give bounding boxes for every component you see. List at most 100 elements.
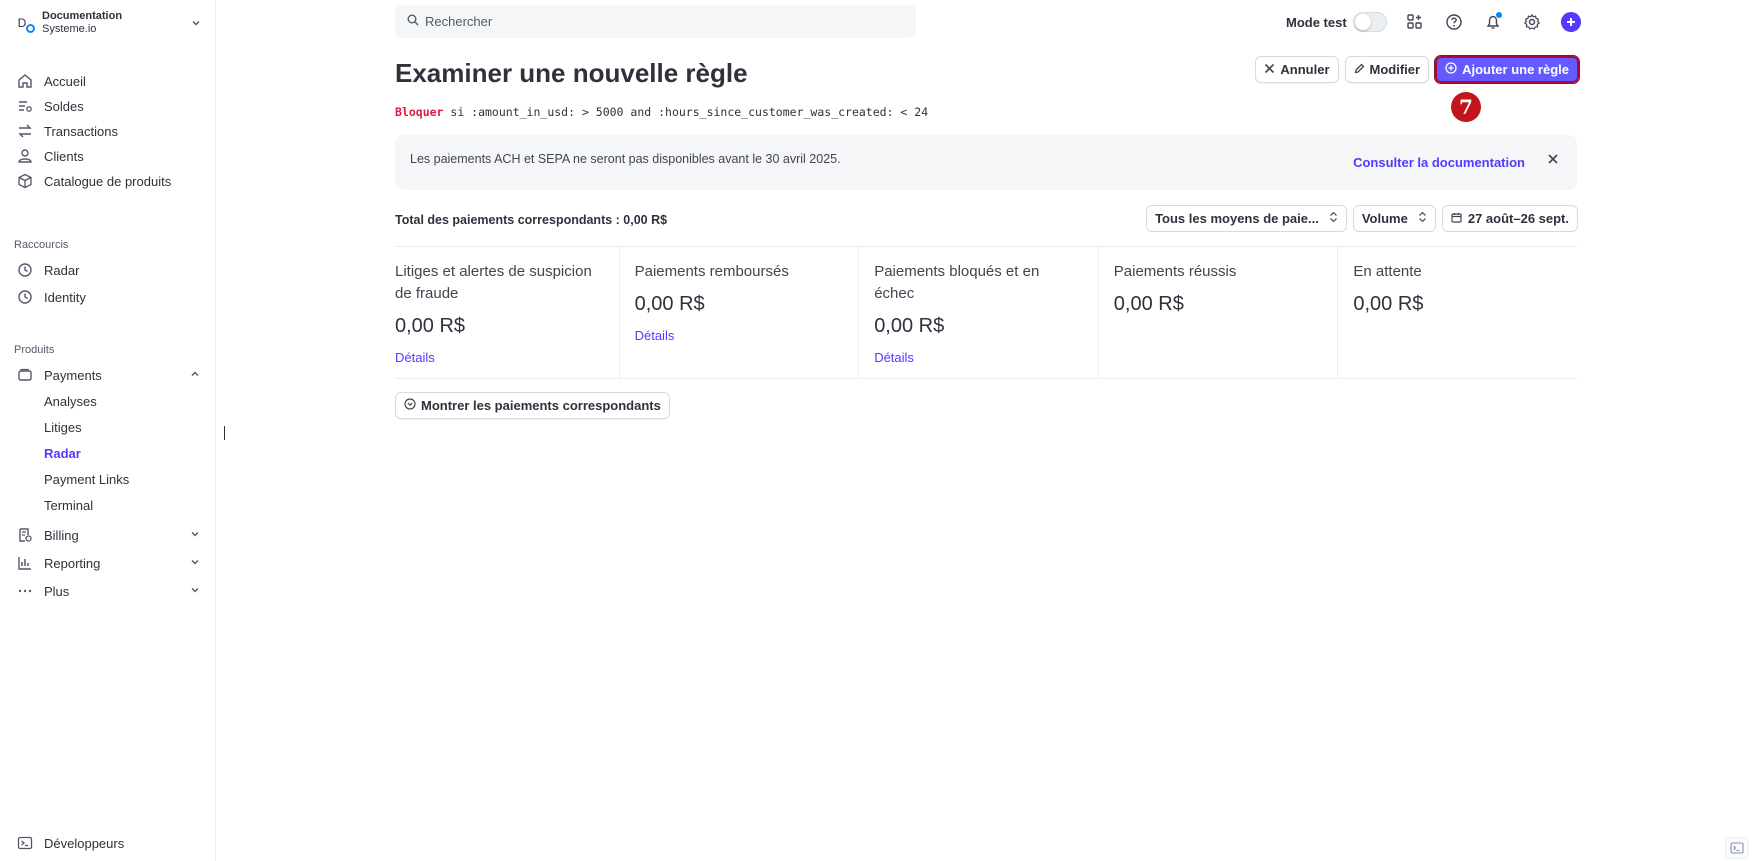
show-matching-payments-button[interactable]: Montrer les paiements correspondants xyxy=(395,392,670,419)
sidebar-item-label: Identity xyxy=(44,289,86,305)
chevron-circle-down-icon xyxy=(404,398,416,413)
gear-icon[interactable] xyxy=(1522,12,1542,32)
stat-label: En attente xyxy=(1353,263,1422,280)
filters: Tous les moyens de paie... Volume 27 aoû… xyxy=(1146,205,1578,232)
account-status-dot xyxy=(26,24,35,33)
sidebar-item-label: Accueil xyxy=(44,73,86,89)
account-name: Documentation xyxy=(42,10,123,22)
stat-label: Paiements remboursés xyxy=(634,263,789,280)
text-cursor xyxy=(224,426,225,440)
notification-dot xyxy=(1495,12,1502,18)
sidebar-subitem-radar[interactable]: Radar xyxy=(44,443,81,463)
sidebar-item-catalogue[interactable]: Catalogue de produits xyxy=(16,170,201,192)
sidebar-item-transactions[interactable]: Transactions xyxy=(16,120,201,142)
stat-label: Paiements réussis xyxy=(1113,263,1237,280)
account-switcher[interactable]: D Documentation Systeme.io xyxy=(12,8,202,38)
add-rule-label: Ajouter une règle xyxy=(1462,62,1569,77)
close-icon[interactable] xyxy=(1547,152,1559,170)
details-link[interactable]: Détails xyxy=(874,350,1083,365)
sidebar-subitem-terminal[interactable]: Terminal xyxy=(44,495,93,515)
stat-label: Litiges et alertes de suspicion de fraud… xyxy=(395,263,592,302)
sidebar-item-identity[interactable]: Identity xyxy=(16,286,201,308)
bell-icon[interactable] xyxy=(1483,12,1503,32)
stats-row: Litiges et alertes de suspicion de fraud… xyxy=(395,246,1577,379)
header-actions: Annuler Modifier Ajouter une règle xyxy=(1255,55,1580,84)
stat-value: 0,00 R$ xyxy=(395,315,466,337)
stat-succeeded: Paiements réussis 0,00 R$ xyxy=(1099,247,1339,378)
balance-icon xyxy=(16,97,34,115)
details-link[interactable]: Détails xyxy=(395,350,604,365)
sidebar-subitem-litiges[interactable]: Litiges xyxy=(44,417,82,437)
metric-select[interactable]: Volume xyxy=(1352,205,1436,232)
date-range-picker[interactable]: 27 août–26 sept. xyxy=(1441,205,1578,232)
chevron-down-icon xyxy=(189,528,201,543)
sidebar-item-label: Développeurs xyxy=(44,835,125,851)
wallet-icon xyxy=(16,366,34,384)
apps-icon[interactable] xyxy=(1405,12,1425,32)
terminal-icon xyxy=(16,834,34,852)
stat-label: Paiements bloqués et en échec xyxy=(874,263,1040,302)
banner-text: Les paiements ACH et SEPA ne seront pas … xyxy=(410,152,841,166)
sidebar: D Documentation Systeme.io Accueil Solde… xyxy=(0,0,216,861)
chevron-down-icon xyxy=(189,584,201,599)
sidebar-item-reporting[interactable]: Reporting xyxy=(16,552,201,574)
sidebar-item-label: Reporting xyxy=(44,555,101,571)
account-avatar: D xyxy=(12,13,35,33)
help-icon[interactable] xyxy=(1444,12,1464,32)
sidebar-item-label: Payments xyxy=(44,367,102,383)
home-icon xyxy=(16,72,34,90)
arrows-icon xyxy=(16,122,34,140)
sidebar-item-plus[interactable]: Plus xyxy=(16,580,201,602)
stat-value: 0,00 R$ xyxy=(874,315,945,337)
sidebar-item-payments[interactable]: Payments xyxy=(16,364,201,386)
section-label-raccourcis: Raccourcis xyxy=(14,239,69,251)
sidebar-item-label: Radar xyxy=(44,262,80,278)
date-range-value: 27 août–26 sept. xyxy=(1467,211,1569,226)
clock-icon xyxy=(16,261,34,279)
terminal-icon[interactable] xyxy=(1725,837,1749,859)
mode-test-label: Mode test xyxy=(1286,14,1347,30)
pencil-icon xyxy=(1354,63,1365,77)
sidebar-item-accueil[interactable]: Accueil xyxy=(16,70,201,92)
cancel-button[interactable]: Annuler xyxy=(1255,56,1339,83)
cancel-label: Annuler xyxy=(1280,62,1330,77)
info-banner: Les paiements ACH et SEPA ne seront pas … xyxy=(395,135,1577,190)
stat-disputes: Litiges et alertes de suspicion de fraud… xyxy=(395,247,620,378)
edit-button[interactable]: Modifier xyxy=(1344,56,1430,83)
sidebar-item-label: Plus xyxy=(44,583,70,599)
create-plus-icon[interactable] xyxy=(1560,12,1581,32)
edit-label: Modifier xyxy=(1369,62,1421,77)
sidebar-item-clients[interactable]: Clients xyxy=(16,145,201,167)
rule-condition: si :amount_in_usd: > 5000 and :hours_sin… xyxy=(443,105,929,119)
sidebar-subitem-analyses[interactable]: Analyses xyxy=(44,391,97,411)
search-bar[interactable] xyxy=(395,5,916,38)
select-caret-icon xyxy=(1329,211,1338,226)
sidebar-item-label: Catalogue de produits xyxy=(44,173,172,189)
chevron-up-icon xyxy=(189,368,201,383)
step-badge: 7 xyxy=(1451,92,1481,122)
sidebar-subitem-payment-links[interactable]: Payment Links xyxy=(44,469,129,489)
account-text: Documentation Systeme.io xyxy=(42,10,190,36)
person-icon xyxy=(16,147,34,165)
topbar-actions: Mode test xyxy=(1286,10,1581,34)
view-docs-link[interactable]: Consulter la documentation xyxy=(1353,155,1525,170)
sidebar-item-developers[interactable]: Développeurs xyxy=(16,832,201,854)
stat-value: 0,00 R$ xyxy=(1113,293,1184,315)
payment-method-value: Tous les moyens de paie... xyxy=(1155,211,1319,226)
mode-test-toggle[interactable] xyxy=(1352,12,1387,32)
add-rule-button[interactable]: Ajouter une règle xyxy=(1434,55,1580,84)
page-title: Examiner une nouvelle règle xyxy=(395,58,748,88)
sidebar-item-billing[interactable]: Billing xyxy=(16,524,201,546)
sidebar-item-label: Clients xyxy=(44,148,84,164)
details-link[interactable]: Détails xyxy=(635,328,844,343)
bar-chart-icon xyxy=(16,554,34,572)
sidebar-item-label: Billing xyxy=(44,527,79,543)
sidebar-item-soldes[interactable]: Soldes xyxy=(16,95,201,117)
payment-method-select[interactable]: Tous les moyens de paie... xyxy=(1146,205,1347,232)
sidebar-item-radar-shortcut[interactable]: Radar xyxy=(16,259,201,281)
select-caret-icon xyxy=(1418,211,1427,226)
plus-icon xyxy=(1560,12,1581,32)
sidebar-item-label: Transactions xyxy=(44,123,118,139)
search-icon xyxy=(407,14,419,29)
search-input[interactable] xyxy=(425,14,885,29)
